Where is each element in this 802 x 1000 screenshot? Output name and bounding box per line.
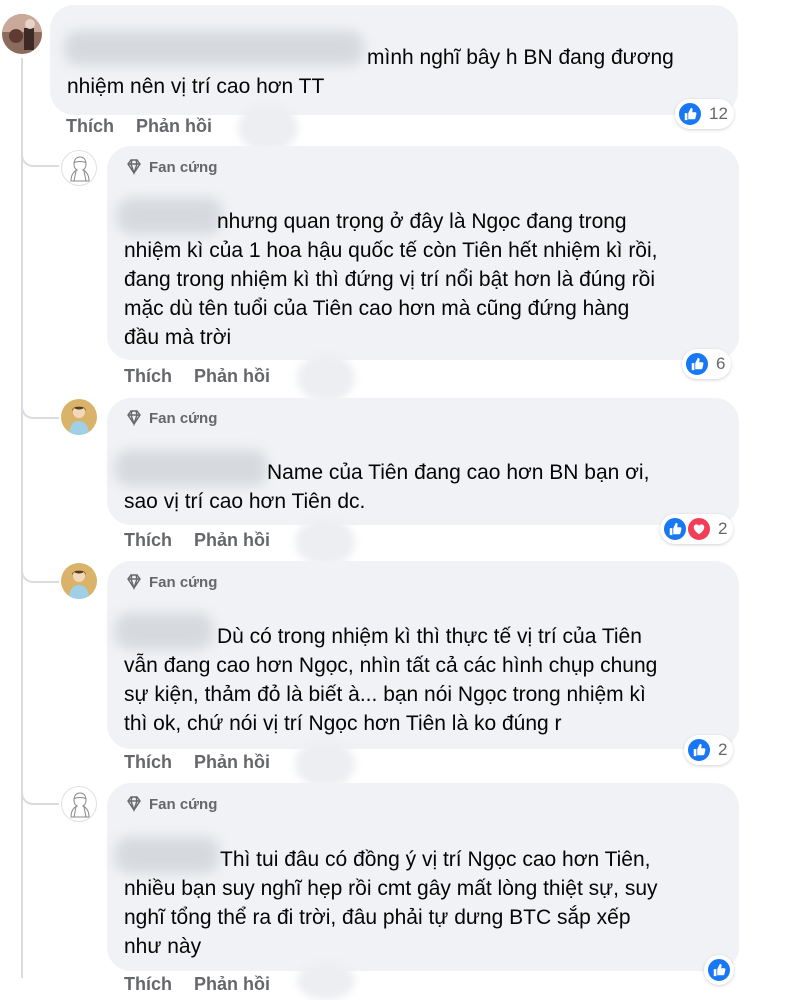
badge-label: Fan cứng	[149, 409, 218, 427]
fan-badge: Fan cứng	[125, 795, 217, 813]
like-button[interactable]: Thích	[124, 530, 172, 551]
greyblob	[238, 104, 298, 152]
reaction-summary[interactable]: 2	[684, 735, 734, 765]
like-button[interactable]: Thích	[66, 116, 114, 137]
badge-label: Fan cứng	[149, 795, 218, 813]
reply-button[interactable]: Phản hồi	[194, 752, 270, 773]
reply-branch	[21, 783, 59, 805]
comment-bubble: Fan cứng nhưng quan trọng ở đây là Ngọc …	[107, 146, 739, 360]
avatar[interactable]	[61, 399, 97, 435]
comment-actions: Thích Phản hồi	[124, 974, 270, 995]
fan-badge: Fan cứng	[125, 158, 217, 176]
reaction-count: 2	[718, 740, 728, 759]
comment-text: Name của Tiên đang cao hơn BN bạn ơi, sa…	[124, 461, 650, 513]
comment-bubble: Fan cứng Thì tui đâu có đồng ý vị trí Ng…	[107, 783, 739, 971]
reply-button[interactable]: Phản hồi	[194, 530, 270, 551]
comment-text: Dù có trong nhiệm kì thì thực tế vị trí …	[124, 625, 658, 735]
greyblob	[297, 354, 355, 402]
reply-branch	[21, 145, 59, 167]
comment-bubble: Fan cứng Name của Tiên đang cao hơn BN b…	[107, 398, 739, 525]
diamond-icon	[127, 796, 141, 813]
comment-actions: Thích Phản hồi	[124, 752, 270, 773]
badge-label: Fan cứng	[149, 573, 218, 591]
greyblob	[297, 962, 355, 1000]
comment-text: nhưng quan trọng ở đây là Ngọc đang tron…	[124, 210, 658, 349]
greyblob	[295, 518, 355, 566]
love-icon	[686, 516, 712, 542]
badge-label: Fan cứng	[149, 158, 218, 176]
reaction-summary[interactable]: 2	[660, 514, 734, 544]
reply-button[interactable]: Phản hồi	[194, 974, 270, 995]
avatar[interactable]	[61, 563, 97, 599]
reply-branch	[21, 397, 59, 419]
like-icon	[677, 101, 703, 127]
comment-text: Thì tui đâu có đồng ý vị trí Ngọc cao hơ…	[124, 848, 658, 958]
diamond-icon	[127, 159, 141, 176]
reply-button[interactable]: Phản hồi	[194, 366, 270, 387]
diamond-icon	[127, 410, 141, 427]
like-button[interactable]: Thích	[124, 366, 172, 387]
like-icon	[662, 516, 688, 542]
diamond-icon	[127, 574, 141, 591]
reaction-summary[interactable]: 6	[682, 349, 732, 379]
reaction-count: 6	[716, 354, 726, 373]
avatar[interactable]	[61, 150, 97, 186]
reaction-summary[interactable]	[704, 955, 734, 985]
reaction-summary[interactable]: 12	[675, 99, 734, 129]
like-icon	[684, 351, 710, 377]
avatar[interactable]	[61, 786, 97, 822]
comment-actions: Thích Phản hồi	[66, 116, 212, 137]
comment-bubble: mình nghĩ bây h BN đang đương nhiệm nên …	[50, 5, 738, 115]
comment-actions: Thích Phản hồi	[124, 530, 270, 551]
reaction-count: 2	[718, 519, 728, 538]
reaction-count: 12	[709, 104, 728, 123]
fan-badge: Fan cứng	[125, 409, 217, 427]
like-icon	[706, 957, 732, 983]
comment-bubble: Fan cứng Dù có trong nhiệm kì thì thực t…	[107, 561, 739, 749]
like-icon	[686, 737, 712, 763]
comment-text: mình nghĩ bây h BN đang đương nhiệm nên …	[67, 46, 674, 98]
like-button[interactable]: Thích	[124, 752, 172, 773]
comment-actions: Thích Phản hồi	[124, 366, 270, 387]
greyblob	[295, 740, 355, 788]
avatar[interactable]	[2, 14, 42, 54]
comment-thread-line	[21, 58, 23, 978]
reply-branch	[21, 561, 59, 583]
reply-button[interactable]: Phản hồi	[136, 116, 212, 137]
fan-badge: Fan cứng	[125, 573, 217, 591]
like-button[interactable]: Thích	[124, 974, 172, 995]
